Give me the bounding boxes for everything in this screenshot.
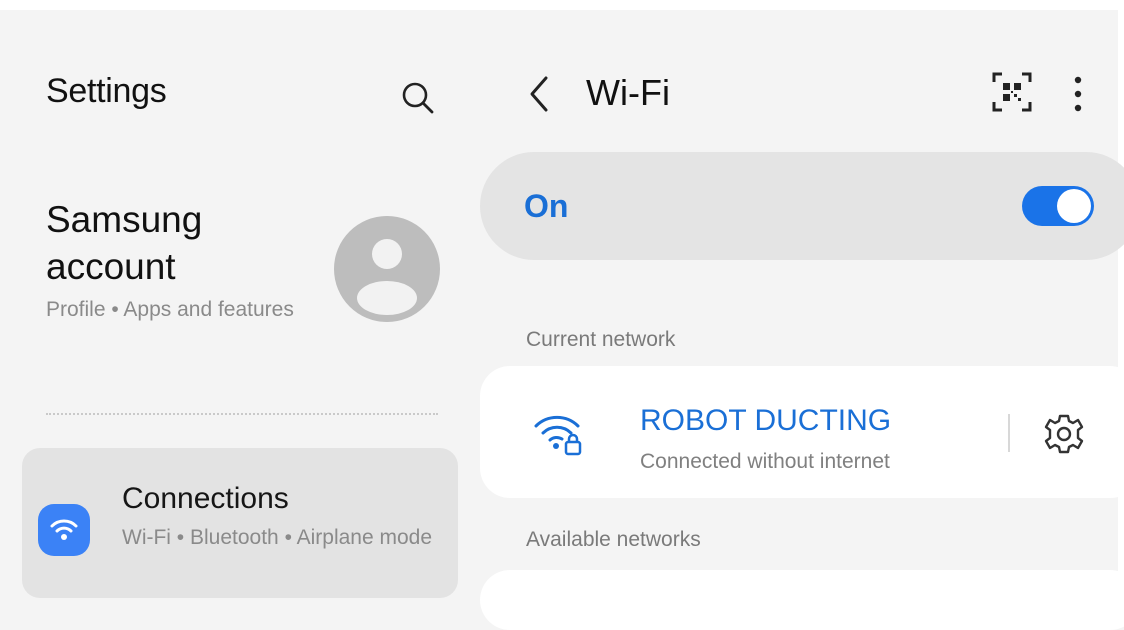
divider <box>46 413 438 415</box>
search-icon[interactable] <box>398 78 438 118</box>
wifi-toggle[interactable] <box>1022 186 1094 226</box>
available-networks-header: Available networks <box>526 528 701 551</box>
wifi-lock-icon <box>530 406 586 458</box>
wifi-state-label: On <box>524 188 569 224</box>
network-name: ROBOT DUCTING <box>640 404 892 437</box>
gear-icon[interactable] <box>1040 410 1088 458</box>
person-icon <box>334 216 440 322</box>
page-title: Wi-Fi <box>586 72 670 113</box>
available-network-item[interactable] <box>480 570 1124 630</box>
sidebar-item-connections[interactable]: Connections Wi-Fi • Bluetooth • Airplane… <box>22 448 458 598</box>
wifi-master-switch[interactable]: On <box>480 152 1124 260</box>
samsung-account-subtitle: Profile • Apps and features <box>46 298 294 321</box>
wifi-icon <box>38 504 90 556</box>
connections-title: Connections <box>122 482 289 515</box>
more-vert-icon[interactable] <box>1066 72 1090 116</box>
samsung-account-title: Samsung account <box>46 199 203 287</box>
separator <box>1008 414 1010 452</box>
settings-pane: Settings Samsung account Profile • Apps … <box>0 10 470 598</box>
current-network-item[interactable]: ROBOT DUCTING Connected without internet <box>480 366 1124 498</box>
settings-title: Settings <box>46 72 167 110</box>
connections-subtitle: Wi-Fi • Bluetooth • Airplane mode <box>122 526 433 549</box>
top-strip <box>0 0 1124 10</box>
qr-scan-icon[interactable] <box>990 70 1034 114</box>
toggle-knob <box>1057 189 1091 223</box>
wifi-pane: Wi-Fi On Current network ROBOT DUCTING C… <box>478 10 1124 630</box>
network-status: Connected without internet <box>640 450 890 473</box>
current-network-header: Current network <box>526 328 676 351</box>
chevron-left-icon[interactable] <box>526 74 552 114</box>
